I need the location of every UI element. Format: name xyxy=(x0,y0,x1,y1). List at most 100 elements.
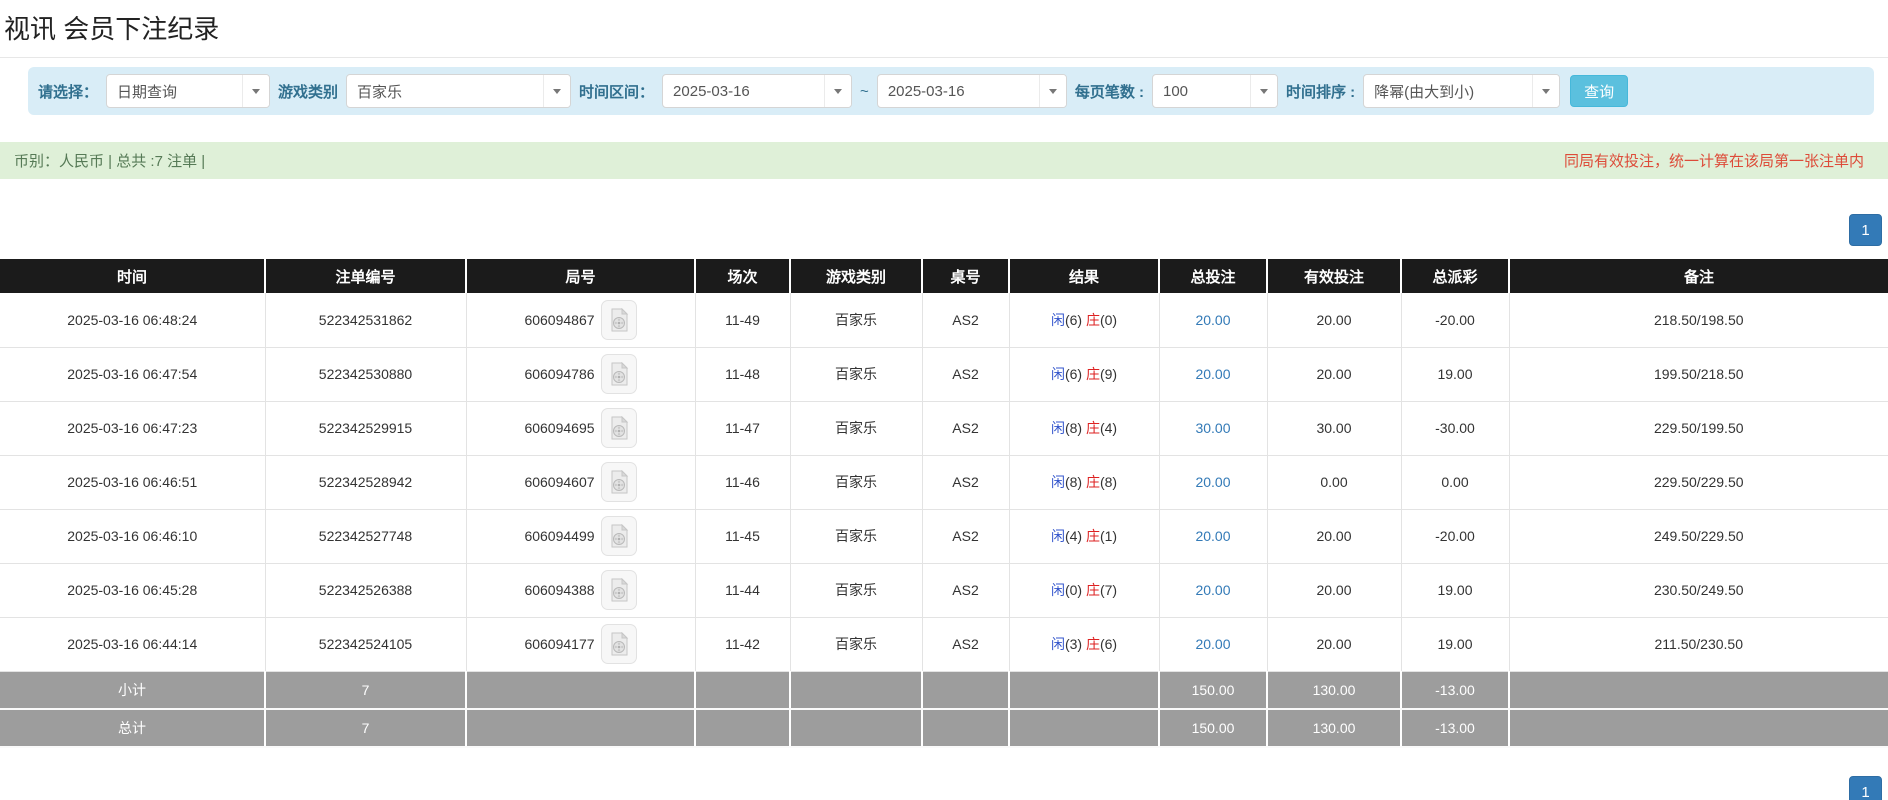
cell-table-no: AS2 xyxy=(922,401,1009,455)
result-banker-score: (7) xyxy=(1100,582,1117,598)
cell-game-type: 百家乐 xyxy=(790,401,922,455)
result-player-score: (6) xyxy=(1065,366,1086,382)
cell-game-type: 百家乐 xyxy=(790,509,922,563)
time-sort-select[interactable]: 降幂(由大到小) xyxy=(1363,74,1560,108)
cell-game-type: 百家乐 xyxy=(790,455,922,509)
video-replay-button[interactable] xyxy=(601,300,637,340)
page-size-value: 100 xyxy=(1153,83,1250,100)
subtotal-empty xyxy=(466,671,695,709)
date-from-select[interactable]: 2025-03-16 xyxy=(662,74,852,108)
column-header-table-no: 桌号 xyxy=(922,259,1009,293)
page: 视讯 会员下注纪录 请选择： 日期查询 游戏类别 百家乐 时间区间： 2025-… xyxy=(0,0,1888,800)
total-bet-link[interactable]: 20.00 xyxy=(1195,366,1230,382)
cell-round-id: 606094388 xyxy=(466,563,695,617)
cell-time: 2025-03-16 06:47:54 xyxy=(0,347,265,401)
video-replay-button[interactable] xyxy=(601,462,637,502)
cell-remark: 218.50/198.50 xyxy=(1509,293,1888,347)
table-row: 2025-03-16 06:47:23522342529915606094695… xyxy=(0,401,1888,455)
round-id-text: 606094499 xyxy=(524,528,594,544)
chevron-down-icon xyxy=(1532,75,1559,107)
cell-round-id: 606094499 xyxy=(466,509,695,563)
round-id-text: 606094607 xyxy=(524,474,594,490)
cell-game-type: 百家乐 xyxy=(790,293,922,347)
video-replay-button[interactable] xyxy=(601,516,637,556)
total-bet-link[interactable]: 20.00 xyxy=(1195,528,1230,544)
column-header-remark: 备注 xyxy=(1509,259,1888,293)
cell-time: 2025-03-16 06:44:14 xyxy=(0,617,265,671)
cell-time: 2025-03-16 06:47:23 xyxy=(0,401,265,455)
subtotal-remark xyxy=(1509,671,1888,709)
chevron-down-icon xyxy=(242,75,269,107)
result-banker-score: (6) xyxy=(1100,636,1117,652)
column-header-payout: 总派彩 xyxy=(1401,259,1509,293)
video-file-icon xyxy=(609,632,629,656)
video-replay-button[interactable] xyxy=(601,408,637,448)
page-title: 视讯 会员下注纪录 xyxy=(0,0,1888,58)
video-replay-button[interactable] xyxy=(601,624,637,664)
table-header-row: 时间注单编号局号场次游戏类别桌号结果总投注有效投注总派彩备注 xyxy=(0,259,1888,293)
cell-bet-id: 522342527748 xyxy=(265,509,466,563)
total-bet-link[interactable]: 30.00 xyxy=(1195,420,1230,436)
table-row: 2025-03-16 06:47:54522342530880606094786… xyxy=(0,347,1888,401)
cell-table-no: AS2 xyxy=(922,455,1009,509)
cell-remark: 199.50/218.50 xyxy=(1509,347,1888,401)
result-player-label: 闲 xyxy=(1051,582,1065,598)
total-bet-link[interactable]: 20.00 xyxy=(1195,312,1230,328)
cell-total-bet: 20.00 xyxy=(1159,617,1267,671)
subtotal-empty xyxy=(922,671,1009,709)
video-file-icon xyxy=(609,416,629,440)
column-header-valid-bet: 有效投注 xyxy=(1267,259,1401,293)
chevron-down-icon xyxy=(1039,75,1066,107)
result-banker-label: 庄 xyxy=(1086,420,1100,436)
result-player-score: (3) xyxy=(1065,636,1086,652)
cell-payout: 19.00 xyxy=(1401,347,1509,401)
column-header-bet-id: 注单编号 xyxy=(265,259,466,293)
video-file-icon xyxy=(609,362,629,386)
total-empty xyxy=(466,709,695,747)
cell-table-no: AS2 xyxy=(922,563,1009,617)
video-replay-button[interactable] xyxy=(601,570,637,610)
table-body: 2025-03-16 06:48:24522342531862606094867… xyxy=(0,293,1888,747)
range-separator: ~ xyxy=(860,83,869,100)
cell-game-type: 百家乐 xyxy=(790,563,922,617)
query-type-select[interactable]: 日期查询 xyxy=(106,74,270,108)
search-button[interactable]: 查询 xyxy=(1570,75,1628,107)
cell-remark: 229.50/199.50 xyxy=(1509,401,1888,455)
cell-table-no: AS2 xyxy=(922,617,1009,671)
round-id-group: 606094607 xyxy=(524,462,636,502)
table-row: 2025-03-16 06:44:14522342524105606094177… xyxy=(0,617,1888,671)
cell-time: 2025-03-16 06:48:24 xyxy=(0,293,265,347)
subtotal-row: 小计7150.00130.00-13.00 xyxy=(0,671,1888,709)
total-empty xyxy=(790,709,922,747)
total-bet-link[interactable]: 20.00 xyxy=(1195,582,1230,598)
cell-valid-bet: 20.00 xyxy=(1267,293,1401,347)
chevron-down-icon xyxy=(824,75,851,107)
subtotal-empty xyxy=(1009,671,1159,709)
cell-payout: -20.00 xyxy=(1401,293,1509,347)
subtotal-empty xyxy=(790,671,922,709)
time-sort-label: 时间排序 : xyxy=(1286,81,1355,102)
date-to-select[interactable]: 2025-03-16 xyxy=(877,74,1067,108)
page-button-1[interactable]: 1 xyxy=(1849,214,1882,246)
total-valid-bet: 130.00 xyxy=(1267,709,1401,747)
pagination-bottom: 1 xyxy=(0,776,1888,800)
date-from-value: 2025-03-16 xyxy=(663,83,824,100)
result-banker-score: (1) xyxy=(1100,528,1117,544)
total-bet-link[interactable]: 20.00 xyxy=(1195,474,1230,490)
game-category-select[interactable]: 百家乐 xyxy=(346,74,571,108)
subtotal-count: 7 xyxy=(265,671,466,709)
cell-session: 11-44 xyxy=(695,563,790,617)
total-bet-link[interactable]: 20.00 xyxy=(1195,636,1230,652)
filter-bar: 请选择： 日期查询 游戏类别 百家乐 时间区间： 2025-03-16 ~ 20… xyxy=(28,67,1874,115)
cell-total-bet: 20.00 xyxy=(1159,347,1267,401)
column-header-session: 场次 xyxy=(695,259,790,293)
cell-bet-id: 522342529915 xyxy=(265,401,466,455)
video-replay-button[interactable] xyxy=(601,354,637,394)
page-size-select[interactable]: 100 xyxy=(1152,74,1278,108)
page-button-1[interactable]: 1 xyxy=(1849,776,1882,800)
cell-table-no: AS2 xyxy=(922,293,1009,347)
round-id-text: 606094388 xyxy=(524,582,594,598)
total-empty xyxy=(1009,709,1159,747)
cell-remark: 249.50/229.50 xyxy=(1509,509,1888,563)
cell-time: 2025-03-16 06:46:51 xyxy=(0,455,265,509)
